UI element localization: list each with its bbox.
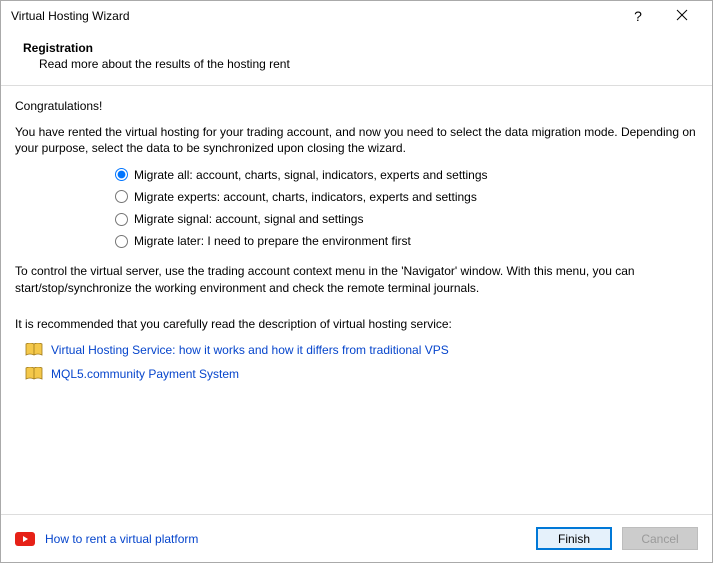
option-migrate-signal[interactable]: Migrate signal: account, signal and sett… xyxy=(115,211,698,227)
option-label: Migrate signal: account, signal and sett… xyxy=(134,211,363,227)
wizard-window: Virtual Hosting Wizard ? Registration Re… xyxy=(0,0,713,563)
close-button[interactable] xyxy=(662,1,702,31)
book-icon xyxy=(25,343,43,357)
cancel-button: Cancel xyxy=(622,527,698,550)
radio-migrate-later[interactable] xyxy=(115,235,128,248)
wizard-content: Congratulations! You have rented the vir… xyxy=(1,86,712,514)
help-button[interactable]: ? xyxy=(618,1,658,31)
footer-left: How to rent a virtual platform xyxy=(15,532,526,546)
migration-options: Migrate all: account, charts, signal, in… xyxy=(115,167,698,250)
link-payment-system[interactable]: MQL5.community Payment System xyxy=(51,366,239,382)
congrats-text: Congratulations! xyxy=(15,98,698,114)
wizard-footer: How to rent a virtual platform Finish Ca… xyxy=(1,514,712,562)
radio-migrate-all[interactable] xyxy=(115,168,128,181)
control-hint-text: To control the virtual server, use the t… xyxy=(15,263,698,295)
titlebar: Virtual Hosting Wizard ? xyxy=(1,1,712,31)
link-how-to-rent[interactable]: How to rent a virtual platform xyxy=(45,532,198,546)
finish-button[interactable]: Finish xyxy=(536,527,612,550)
wizard-header: Registration Read more about the results… xyxy=(1,31,712,86)
link-row-payment: MQL5.community Payment System xyxy=(25,366,698,382)
radio-migrate-signal[interactable] xyxy=(115,213,128,226)
intro-text: You have rented the virtual hosting for … xyxy=(15,124,698,156)
recommended-links-section: It is recommended that you carefully rea… xyxy=(15,316,698,383)
option-migrate-all[interactable]: Migrate all: account, charts, signal, in… xyxy=(115,167,698,183)
recommend-text: It is recommended that you carefully rea… xyxy=(15,316,698,332)
book-icon xyxy=(25,367,43,381)
page-heading: Registration xyxy=(23,41,698,55)
option-label: Migrate all: account, charts, signal, in… xyxy=(134,167,488,183)
youtube-icon xyxy=(15,532,35,546)
radio-migrate-experts[interactable] xyxy=(115,190,128,203)
option-label: Migrate later: I need to prepare the env… xyxy=(134,233,411,249)
close-icon xyxy=(676,9,688,23)
option-migrate-later[interactable]: Migrate later: I need to prepare the env… xyxy=(115,233,698,249)
page-subheading: Read more about the results of the hosti… xyxy=(39,57,698,71)
window-title: Virtual Hosting Wizard xyxy=(11,9,614,23)
link-row-vhs: Virtual Hosting Service: how it works an… xyxy=(25,342,698,358)
link-virtual-hosting-service[interactable]: Virtual Hosting Service: how it works an… xyxy=(51,342,449,358)
option-label: Migrate experts: account, charts, indica… xyxy=(134,189,477,205)
option-migrate-experts[interactable]: Migrate experts: account, charts, indica… xyxy=(115,189,698,205)
